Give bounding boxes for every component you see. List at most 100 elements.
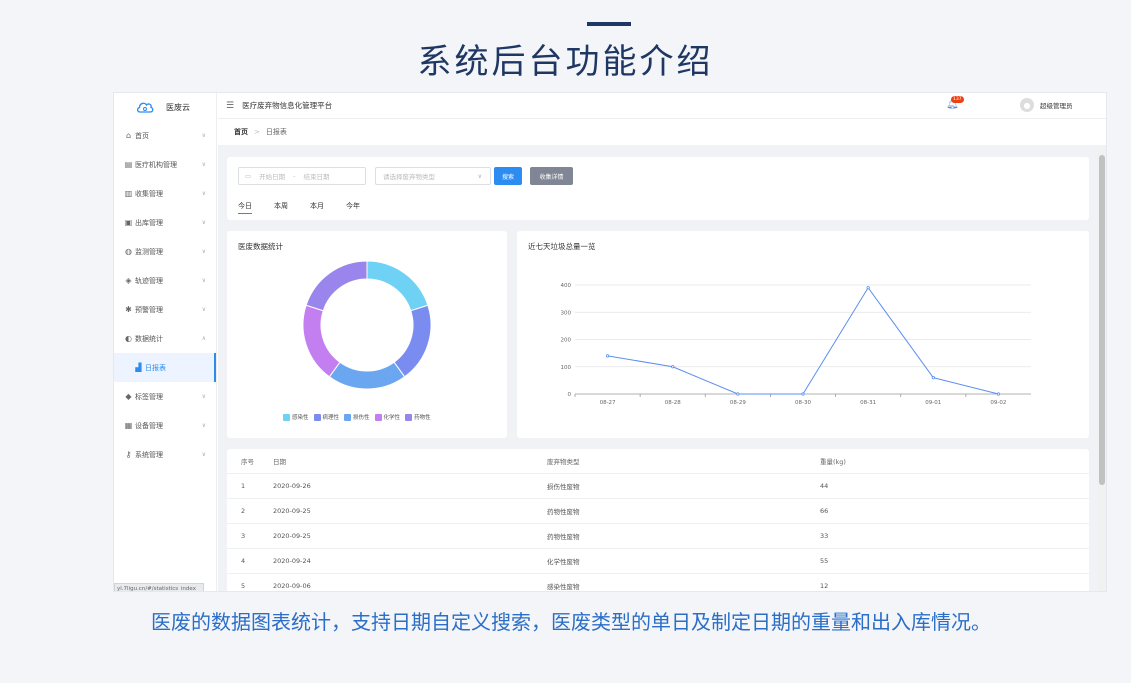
table-row[interactable]: 5 2020-09-06 感染性废物 12 xyxy=(227,574,1089,591)
tab-today[interactable]: 今日 xyxy=(238,201,252,214)
tab-this-month[interactable]: 本月 xyxy=(310,201,324,214)
sidebar-item-tag[interactable]: ◆ 标签管理 ∨ xyxy=(114,382,216,411)
table-row[interactable]: 4 2020-09-24 化学性废物 55 xyxy=(227,549,1089,574)
notification-badge: 137 xyxy=(951,96,964,103)
header-weight: 重量(kg) xyxy=(820,458,846,466)
bar-chart-icon: ▟ xyxy=(135,363,142,372)
tab-this-week[interactable]: 本周 xyxy=(274,201,288,214)
scrollbar[interactable] xyxy=(1098,149,1106,591)
cell-waste-type: 药物性废物 xyxy=(547,533,580,541)
x-tick-label: 09-01 xyxy=(925,400,941,406)
sidebar: 医废云 ⌂ 首页 ∨ ▤ 医疗机构管理 ∨ ▥ 收集管理 ∨ ▣ 出库管理 ∨ ◍ 监测管理 ∨ ◈ 轨迹管理 ∨… xyxy=(114,93,217,591)
legend-item[interactable]: 损伤性 xyxy=(344,413,370,421)
filter-card: ▭ 开始日期 - 结束日期 请选择废弃物类型 ∨ 搜索 收集详情 今日 本周 本… xyxy=(227,157,1089,220)
sidebar-item-monitor[interactable]: ◍ 监测管理 ∨ xyxy=(114,237,216,266)
cell-waste-type: 感染性废物 xyxy=(547,583,580,591)
y-tick-label: 400 xyxy=(561,283,572,289)
legend-item[interactable]: 化学性 xyxy=(374,413,401,421)
top-header: ☰ 医疗废弃物信息化管理平台 🔔︎ 137 ● 超级管理员 xyxy=(218,93,1106,119)
user-menu[interactable]: ● 超级管理员 xyxy=(1020,98,1073,112)
x-tick-label: 08-27 xyxy=(600,400,616,406)
sidebar-item-track[interactable]: ◈ 轨迹管理 ∨ xyxy=(114,266,216,295)
chevron-down-icon: ∨ xyxy=(201,277,206,284)
donut-legend: 感染性 病理性 损伤性 化学性 药物性 xyxy=(283,413,436,421)
donut-slice[interactable] xyxy=(305,260,368,312)
logo[interactable]: 医废云 xyxy=(114,93,216,121)
line-point[interactable] xyxy=(801,392,805,396)
donut-slice[interactable] xyxy=(302,304,341,378)
tab-this-year[interactable]: 今年 xyxy=(346,201,360,214)
x-tick-label: 08-28 xyxy=(665,400,681,406)
line-point[interactable] xyxy=(931,376,935,380)
sidebar-item-label: 日报表 xyxy=(145,363,166,372)
chevron-down-icon: ∨ xyxy=(201,422,206,429)
legend-item[interactable]: 药物性 xyxy=(405,413,431,421)
cell-date: 2020-09-25 xyxy=(273,532,311,540)
donut-slice[interactable] xyxy=(328,361,406,390)
legend-label: 损伤性 xyxy=(353,415,370,421)
scrollbar-thumb[interactable] xyxy=(1099,155,1105,485)
cell-weight: 44 xyxy=(820,482,829,490)
table-row[interactable]: 3 2020-09-25 药物性废物 33 xyxy=(227,524,1089,549)
device-icon: ▦ xyxy=(124,421,133,430)
legend-swatch xyxy=(374,413,382,421)
line-point[interactable] xyxy=(605,354,610,358)
line-point[interactable] xyxy=(671,365,675,369)
search-button[interactable]: 搜索 xyxy=(494,167,522,185)
donut-slice[interactable] xyxy=(366,260,429,312)
cell-index: 4 xyxy=(241,557,246,565)
header-index: 序号 xyxy=(241,458,254,466)
warning-icon: ✱ xyxy=(125,305,132,314)
chart-icon: ◐ xyxy=(125,334,132,343)
sidebar-item-key[interactable]: ⚷ 系统管理 ∨ xyxy=(114,440,216,469)
legend-swatch xyxy=(344,413,352,421)
date-range-picker[interactable]: ▭ 开始日期 - 结束日期 xyxy=(238,167,366,185)
x-tick-label: 09-02 xyxy=(990,400,1006,406)
breadcrumb: 首页 > 日报表 xyxy=(218,119,1106,145)
chevron-down-icon: ∨ xyxy=(201,219,206,226)
donut-slice[interactable] xyxy=(393,304,432,378)
line-point[interactable] xyxy=(996,392,1001,396)
sidebar-item-home[interactable]: ⌂ 首页 ∨ xyxy=(114,121,216,150)
sidebar-item-outbound[interactable]: ▣ 出库管理 ∨ xyxy=(114,208,216,237)
legend-label: 病理性 xyxy=(322,415,340,421)
breadcrumb-home[interactable]: 首页 xyxy=(234,127,248,137)
cell-date: 2020-09-06 xyxy=(273,582,311,590)
legend-label: 化学性 xyxy=(383,415,401,421)
sidebar-item-label: 轨迹管理 xyxy=(135,276,163,285)
page-caption: 医废的数据图表统计，支持日期自定义搜索，医废类型的单日及制定日期的重量和出入库情… xyxy=(151,610,991,634)
date-dash: - xyxy=(293,172,296,180)
main-area: ☰ 医疗废弃物信息化管理平台 🔔︎ 137 ● 超级管理员 首页 > 日报表 ▭… xyxy=(218,93,1106,591)
app-screenshot: 医废云 ⌂ 首页 ∨ ▤ 医疗机构管理 ∨ ▥ 收集管理 ∨ ▣ 出库管理 ∨ ◍ 监测管理 ∨ ◈ 轨迹管理 ∨… xyxy=(113,92,1107,592)
sidebar-item-chart[interactable]: ◐ 数据统计 ∧ xyxy=(114,324,216,353)
waste-type-select[interactable]: 请选择废弃物类型 ∨ xyxy=(375,167,491,185)
cell-index: 5 xyxy=(241,582,246,590)
menu-toggle-icon[interactable]: ☰ xyxy=(226,101,234,111)
table-row[interactable]: 1 2020-09-26 损伤性废物 44 xyxy=(227,474,1089,499)
sidebar-item-device[interactable]: ▦ 设备管理 ∨ xyxy=(114,411,216,440)
line-point[interactable] xyxy=(736,392,740,396)
status-url: yl.7ligu.cn/#/statistics_index xyxy=(114,583,204,591)
start-date-placeholder: 开始日期 xyxy=(259,173,286,181)
cell-index: 3 xyxy=(241,532,246,540)
chevron-down-icon: ∨ xyxy=(201,190,206,197)
chevron-down-icon: ∨ xyxy=(201,306,206,313)
cell-weight: 33 xyxy=(820,532,829,540)
home-icon: ⌂ xyxy=(125,131,132,140)
cell-waste-type: 损伤性废物 xyxy=(547,483,580,491)
collection-detail-button[interactable]: 收集详情 xyxy=(530,167,573,185)
sidebar-item-hospital[interactable]: ▤ 医疗机构管理 ∨ xyxy=(114,150,216,179)
sidebar-item-label: 系统管理 xyxy=(135,450,163,459)
period-tabs: 今日 本周 本月 今年 xyxy=(238,201,382,214)
table-row[interactable]: 2 2020-09-25 药物性废物 66 xyxy=(227,499,1089,524)
legend-item[interactable]: 病理性 xyxy=(313,413,340,421)
sidebar-item-bar-chart[interactable]: ▟ 日报表 xyxy=(114,353,216,382)
cell-index: 1 xyxy=(241,482,246,490)
notification-bell-icon[interactable]: 🔔︎ 137 xyxy=(946,96,964,110)
line-point[interactable] xyxy=(866,286,870,290)
sidebar-item-collect[interactable]: ▥ 收集管理 ∨ xyxy=(114,179,216,208)
end-date-placeholder: 结束日期 xyxy=(303,173,330,181)
cell-date: 2020-09-26 xyxy=(273,482,311,490)
sidebar-item-warning[interactable]: ✱ 预警管理 ∨ xyxy=(114,295,216,324)
legend-item[interactable]: 感染性 xyxy=(283,413,309,421)
